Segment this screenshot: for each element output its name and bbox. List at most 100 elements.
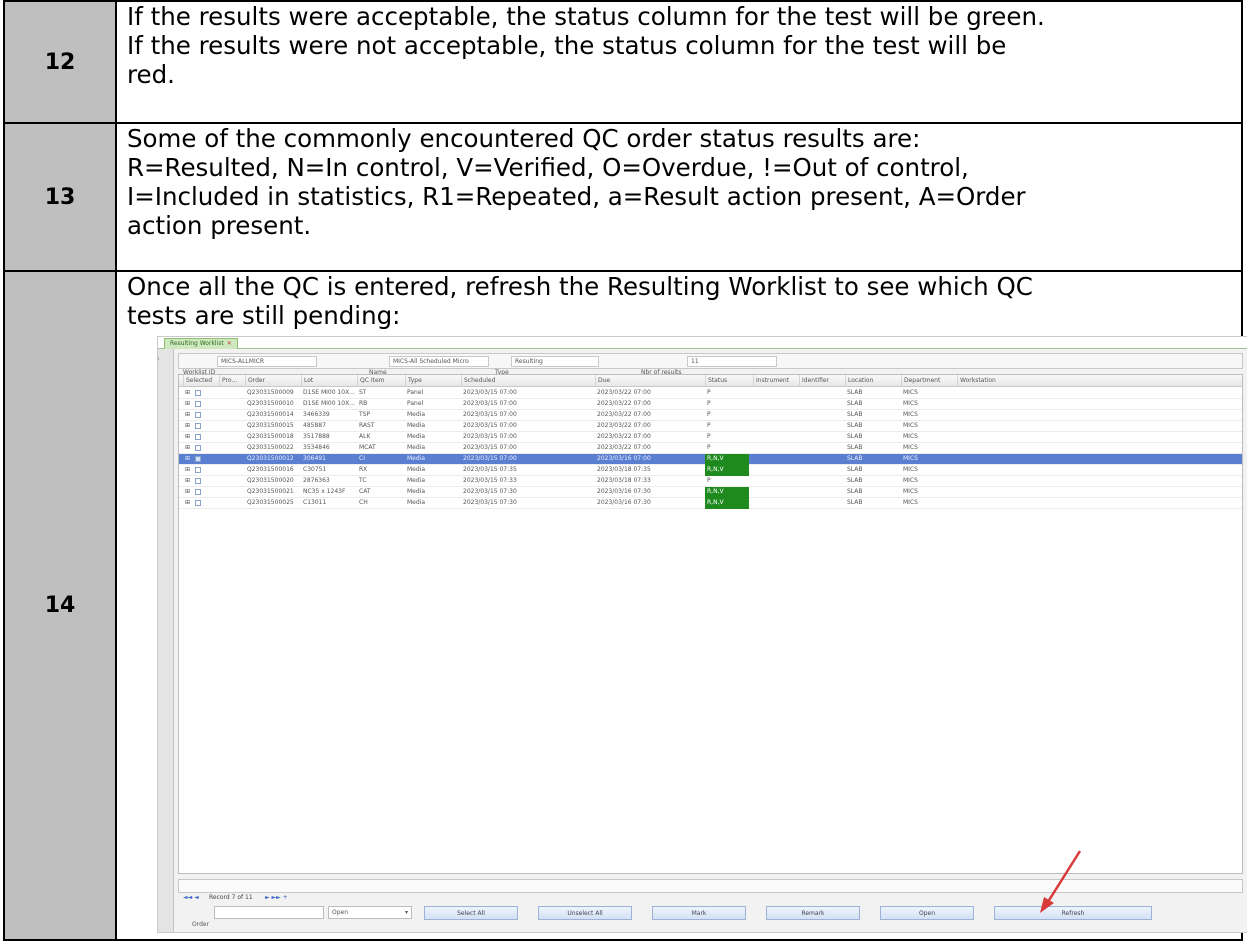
dept-cell: MICS: [903, 411, 918, 418]
close-icon[interactable]: ✕: [227, 340, 232, 347]
row-checkbox[interactable]: [195, 390, 201, 396]
item-cell: RB: [359, 400, 368, 407]
column-header[interactable]: Type: [405, 375, 461, 387]
sched-cell: 2023/03/15 07:00: [463, 422, 517, 429]
order-cell: Q23031500012: [247, 455, 294, 462]
expand-icon[interactable]: ⊞: [183, 498, 190, 508]
type-cell: Panel: [407, 400, 424, 407]
table-row[interactable]: ⊞ Q23031500022 3534846 MCAT Media 2023/03/15 …: [179, 443, 1242, 454]
table-row[interactable]: ⊞ Q23031500016 C30751 RX Media 2023/03/15 07:…: [179, 465, 1242, 476]
column-header[interactable]: Lot: [301, 375, 357, 387]
expand-icon[interactable]: ⊞: [183, 476, 190, 486]
column-header[interactable]: Location: [845, 375, 901, 387]
dept-cell: MICS: [903, 433, 918, 440]
text-line: Once all the QC is entered, refresh the …: [127, 272, 1033, 301]
column-header[interactable]: QC Item: [357, 375, 405, 387]
type-cell: Media: [407, 499, 426, 506]
row-checkbox[interactable]: [195, 445, 201, 451]
column-header[interactable]: Identifier: [799, 375, 845, 387]
row-checkbox[interactable]: [195, 434, 201, 440]
row-checkbox[interactable]: [195, 401, 201, 407]
table-row[interactable]: ⊞ Q23031500021 NC35 x 1243F CAT Media 2023/03…: [179, 487, 1242, 498]
table-row[interactable]: ⊞ Q23031500025 C13011 CH Media 2023/03/15 07:…: [179, 498, 1242, 509]
status-cell: R,N,V: [705, 487, 749, 498]
due-cell: 2023/03/18 07:33: [597, 477, 651, 484]
lot-cell: 306491: [303, 455, 326, 462]
expand-icon[interactable]: ⊞: [183, 487, 190, 497]
table-row[interactable]: ⊞ Q23031500009 D1SE MI00 10X... ST Panel 2023…: [179, 388, 1242, 399]
column-header[interactable]: Status: [705, 375, 753, 387]
column-header[interactable]: Selected: [183, 375, 219, 387]
column-header[interactable]: Instrument: [753, 375, 799, 387]
remark-button[interactable]: Remark: [766, 906, 860, 920]
sched-cell: 2023/03/15 07:30: [463, 488, 517, 495]
item-cell: RX: [359, 466, 368, 473]
name-field[interactable]: MICS-All Scheduled Micro: [389, 356, 489, 367]
loc-cell: SLAB: [847, 389, 863, 396]
table-row[interactable]: ⊞ Q23031500018 3517888 ALK Media 2023/03/15 0…: [179, 432, 1242, 443]
due-cell: 2023/03/22 07:00: [597, 422, 651, 429]
tab-resulting-worklist[interactable]: Resulting Worklist ✕: [164, 338, 238, 349]
expand-icon[interactable]: ⊞: [183, 454, 190, 464]
sidebar[interactable]: Browser: [158, 349, 174, 932]
sched-cell: 2023/03/15 07:00: [463, 455, 517, 462]
dept-cell: MICS: [903, 455, 918, 462]
text-line: If the results were acceptable, the stat…: [127, 2, 1045, 31]
table-row[interactable]: ⊞ Q23031500020 2876363 TC Media 2023/03/15 07…: [179, 476, 1242, 487]
row-checkbox[interactable]: [195, 467, 201, 473]
status-cell: P: [707, 433, 711, 440]
mark-button[interactable]: Mark: [652, 906, 746, 920]
row-checkbox[interactable]: [195, 478, 201, 484]
status-select[interactable]: Open ▾: [328, 906, 412, 919]
step-number: 12: [3, 0, 117, 124]
order-cell: Q23031500010: [247, 400, 294, 407]
select-all-button[interactable]: Select All: [424, 906, 518, 920]
open-button[interactable]: Open: [880, 906, 974, 920]
sched-cell: 2023/03/15 07:00: [463, 389, 517, 396]
row-checkbox[interactable]: [195, 412, 201, 418]
column-header[interactable]: Scheduled: [461, 375, 595, 387]
expand-icon[interactable]: ⊞: [183, 432, 190, 442]
order-input[interactable]: [214, 906, 324, 919]
order-cell: Q23031500022: [247, 444, 294, 451]
due-cell: 2023/03/16 07:00: [597, 455, 651, 462]
unselect-all-button[interactable]: Unselect All: [538, 906, 632, 920]
row-checkbox[interactable]: [195, 489, 201, 495]
column-header[interactable]: Pro...: [219, 375, 245, 387]
sched-cell: 2023/03/15 07:00: [463, 433, 517, 440]
loc-cell: SLAB: [847, 466, 863, 473]
table-row[interactable]: ⊞ Q23031500012 306491 CI Media 2023/03/15 07:…: [179, 454, 1242, 465]
column-header[interactable]: Department: [901, 375, 957, 387]
lot-cell: 485887: [303, 422, 326, 429]
table-row[interactable]: ⊞ Q23031500015 485887 RAST Media 2023/03/15 0…: [179, 421, 1242, 432]
sched-cell: 2023/03/15 07:00: [463, 400, 517, 407]
row-checkbox[interactable]: [195, 500, 201, 506]
order-cell: Q23031500020: [247, 477, 294, 484]
expand-icon[interactable]: ⊞: [183, 443, 190, 453]
expand-icon[interactable]: ⊞: [183, 399, 190, 409]
worklist-grid[interactable]: Selected Pro... Order Lot QC Item Type Schedul…: [178, 374, 1243, 874]
worklist-id-field[interactable]: MICS-ALLMICR: [217, 356, 317, 367]
expand-icon[interactable]: ⊞: [183, 421, 190, 431]
loc-cell: SLAB: [847, 488, 863, 495]
table-row[interactable]: ⊞ Q23031500010 D1SE MI00 10X... RB Panel 2023…: [179, 399, 1242, 410]
records-field: 11: [687, 356, 777, 367]
column-header[interactable]: Order: [245, 375, 301, 387]
step-number: 13: [3, 122, 117, 272]
lot-cell: 3466339: [303, 411, 330, 418]
status-cell: R,N,V: [705, 498, 749, 509]
order-label: Order: [192, 921, 210, 928]
expand-icon[interactable]: ⊞: [183, 410, 190, 420]
expand-icon[interactable]: ⊞: [183, 465, 190, 475]
type-field[interactable]: Resulting: [511, 356, 599, 367]
loc-cell: SLAB: [847, 444, 863, 451]
expand-icon[interactable]: ⊞: [183, 388, 190, 398]
table-row[interactable]: ⊞ Q23031500014 3466339 TSP Media 2023/03/15 0…: [179, 410, 1242, 421]
row-checkbox[interactable]: [195, 423, 201, 429]
column-header[interactable]: Due: [595, 375, 705, 387]
loc-cell: SLAB: [847, 477, 863, 484]
step-text: Once all the QC is entered, refresh the …: [115, 270, 1247, 941]
row-checkbox[interactable]: [195, 456, 201, 462]
column-header[interactable]: Workstation: [957, 375, 1242, 387]
order-cell: Q23031500016: [247, 466, 294, 473]
